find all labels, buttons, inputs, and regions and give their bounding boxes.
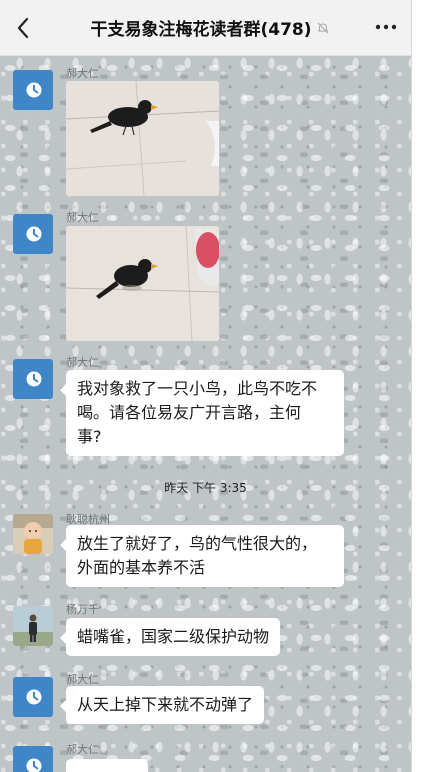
- chat-title: 干支易象注梅花读者群(478): [90, 20, 312, 40]
- sender-name: 郝大仁: [66, 211, 99, 224]
- avatar-logo-icon: [26, 371, 42, 387]
- message-line: 喝。请各位易友广开言路，主何: [77, 403, 302, 422]
- message-bubble[interactable]: 我对象救了一只小鸟，此鸟不吃不 喝。请各位易友广开言路，主何 事?: [60, 370, 344, 456]
- sender-name: 杨万千: [66, 603, 99, 616]
- avatar-logo-icon: [26, 226, 42, 242]
- avatar[interactable]: [13, 606, 53, 646]
- avatar-logo-icon: [26, 758, 42, 772]
- message-line: 放生了就好了，鸟的气性很大的，: [77, 534, 318, 553]
- chat-screen: 干支易象注梅花读者群(478) 郝大仁 郝大仁 郝大仁 我对象救了一只小鸟，此鸟…: [0, 0, 412, 772]
- baby-photo-icon: [13, 514, 53, 554]
- chat-title-area[interactable]: 干支易象注梅花读者群(478): [60, 0, 360, 55]
- chat-header: 干支易象注梅花读者群(478): [0, 0, 411, 56]
- avatar-logo-icon: [26, 82, 42, 98]
- timestamp: 昨天 下午 3:35: [164, 481, 247, 495]
- member-count: (478): [260, 20, 312, 40]
- message-bubble[interactable]: 从天上掉下来就不动弹了: [59, 686, 265, 724]
- avatar[interactable]: [13, 746, 53, 772]
- message-line: 我对象救了一只小鸟，此鸟不吃不: [77, 379, 318, 398]
- avatar[interactable]: [13, 359, 53, 399]
- sender-name: 郝大仁: [66, 673, 99, 686]
- avatar[interactable]: [13, 677, 53, 717]
- message-bubble[interactable]: [66, 759, 148, 772]
- avatar[interactable]: [13, 70, 53, 110]
- message-bubble[interactable]: 放生了就好了，鸟的气性很大的， 外面的基本养不活: [60, 525, 344, 587]
- avatar[interactable]: [13, 514, 53, 554]
- bird-photo-1[interactable]: [66, 81, 219, 196]
- avatar[interactable]: [13, 214, 53, 254]
- message-list[interactable]: 郝大仁 郝大仁 郝大仁 我对象救了一只小鸟，此鸟不吃不 喝。请各位易友广开言路，…: [0, 56, 411, 772]
- avatar-logo-icon: [26, 689, 42, 705]
- sender-name: 郝大仁: [66, 743, 99, 756]
- more-dots-icon[interactable]: [375, 22, 397, 32]
- person-photo-icon: [13, 606, 53, 646]
- message-line: 外面的基本养不活: [77, 558, 206, 577]
- bell-off-icon: [317, 22, 328, 33]
- bird-photo-2[interactable]: [66, 226, 219, 341]
- sender-name: 郝大仁: [66, 67, 99, 80]
- message-bubble[interactable]: 蜡嘴雀，国家二级保护动物: [59, 618, 281, 656]
- chevron-left-icon[interactable]: [12, 14, 36, 42]
- message-line: 事?: [77, 427, 102, 446]
- sender-name: 郝大仁: [66, 356, 99, 369]
- message-line: 蜡嘴雀，国家二级保护动物: [77, 627, 270, 646]
- message-line: 从天上掉下来就不动弹了: [77, 695, 254, 714]
